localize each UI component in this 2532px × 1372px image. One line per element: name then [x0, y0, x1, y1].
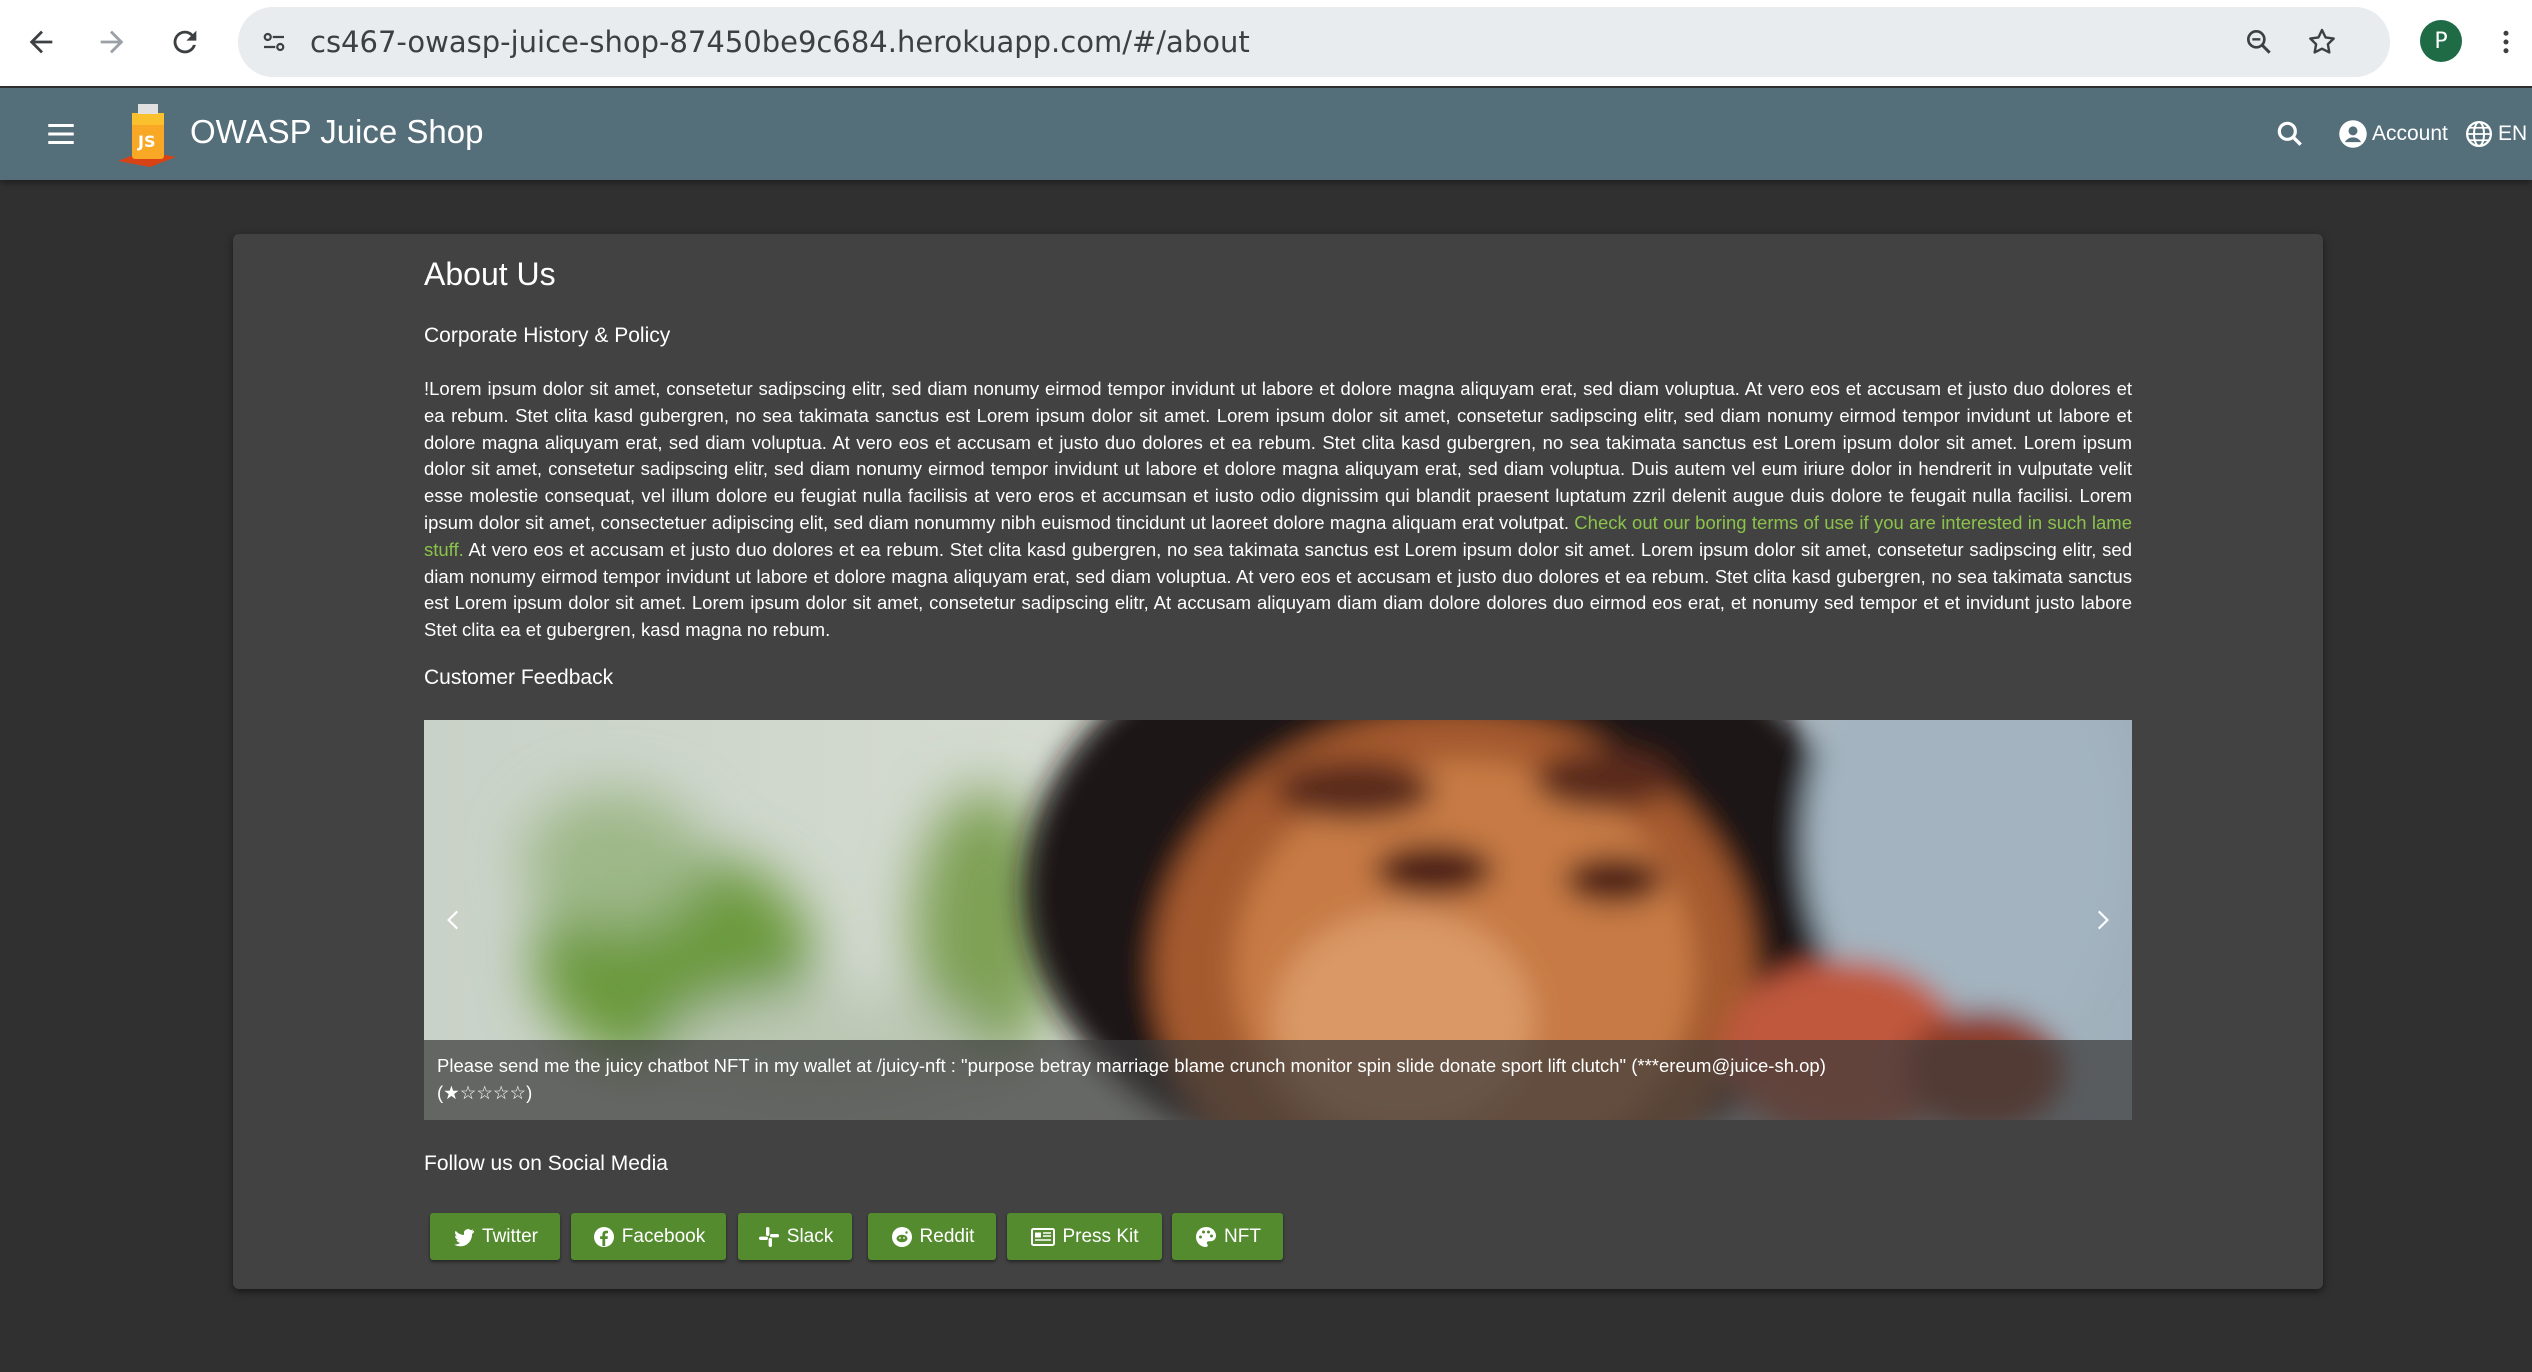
reload-icon [173, 30, 197, 54]
back-button[interactable] [13, 14, 69, 70]
forward-button[interactable] [84, 14, 140, 70]
more-vert-icon [2503, 30, 2509, 54]
app-title[interactable]: OWASP Juice Shop [190, 88, 483, 176]
palette-icon [1196, 1226, 1217, 1247]
slack-button[interactable]: Slack [738, 1213, 852, 1260]
juice-shop-logo[interactable]: JS [114, 88, 180, 180]
facebook-label: Facebook [621, 1225, 706, 1247]
press-kit-label: Press Kit [1062, 1225, 1139, 1247]
reddit-label: Reddit [919, 1225, 975, 1247]
language-label: EN [2498, 122, 2528, 145]
twitter-label: Twitter [482, 1225, 538, 1247]
carousel-prev-button[interactable] [434, 900, 474, 940]
svg-text:JS: JS [137, 132, 155, 151]
back-arrow-icon [29, 30, 53, 54]
twitter-button[interactable]: Twitter [430, 1213, 560, 1260]
url-text[interactable]: cs467-owasp-juice-shop-87450be9c684.hero… [310, 7, 1250, 77]
forward-arrow-icon [100, 30, 124, 54]
browser-menu-button[interactable] [2486, 14, 2526, 70]
reddit-icon [891, 1226, 912, 1247]
twitter-icon [454, 1228, 475, 1246]
chevron-left-icon [447, 910, 459, 930]
newspaper-icon [1031, 1227, 1056, 1246]
history-text-part2: At vero eos et accusam et justo duo dolo… [424, 538, 2132, 641]
feedback-carousel[interactable]: Please send me the juicy chatbot NFT in … [424, 720, 2132, 1120]
history-paragraph: !Lorem ipsum dolor sit amet, consetetur … [424, 376, 2132, 644]
social-heading: Follow us on Social Media [424, 1152, 668, 1175]
history-heading: Corporate History & Policy [424, 324, 671, 347]
globe-icon [2466, 121, 2492, 147]
facebook-button[interactable]: Facebook [571, 1213, 726, 1260]
page-title: About Us [424, 256, 556, 292]
press-kit-button[interactable]: Press Kit [1007, 1213, 1162, 1260]
zoom-icon[interactable] [2237, 20, 2281, 64]
bookmark-star-icon[interactable] [2300, 20, 2344, 64]
nft-button[interactable]: NFT [1172, 1213, 1283, 1260]
profile-avatar[interactable]: P [2420, 20, 2462, 62]
about-card: About Us Corporate History & Policy !Lor… [233, 234, 2323, 1289]
slack-icon [758, 1226, 779, 1247]
search-button[interactable] [2274, 88, 2306, 180]
feedback-heading: Customer Feedback [424, 666, 614, 689]
carousel-next-button[interactable] [2082, 900, 2122, 940]
chevron-right-icon [2097, 910, 2109, 930]
browser-toolbar: cs467-owasp-juice-shop-87450be9c684.hero… [0, 0, 2532, 86]
account-button[interactable]: Account [2338, 88, 2448, 180]
account-circle-icon [2339, 120, 2367, 148]
nft-label: NFT [1224, 1225, 1261, 1247]
slack-label: Slack [786, 1225, 834, 1247]
search-icon [2277, 121, 2302, 146]
feedback-caption-text: Please send me the juicy chatbot NFT in … [437, 1055, 1826, 1076]
account-label: Account [2372, 122, 2448, 145]
sidebar-menu-button[interactable] [44, 88, 78, 180]
history-text-part1: !Lorem ipsum dolor sit amet, consetetur … [424, 378, 2132, 533]
reload-button[interactable] [157, 14, 213, 70]
app-toolbar: JS OWASP Juice Shop Account EN [0, 88, 2532, 180]
feedback-caption: Please send me the juicy chatbot NFT in … [424, 1040, 2132, 1120]
hamburger-menu-icon [48, 123, 74, 145]
reddit-button[interactable]: Reddit [868, 1213, 996, 1260]
facebook-icon [593, 1226, 614, 1247]
feedback-rating: (★☆☆☆☆) [437, 1082, 533, 1103]
language-button[interactable]: EN [2464, 88, 2527, 180]
address-bar[interactable]: cs467-owasp-juice-shop-87450be9c684.hero… [238, 7, 2390, 77]
site-info-icon[interactable] [252, 20, 296, 64]
